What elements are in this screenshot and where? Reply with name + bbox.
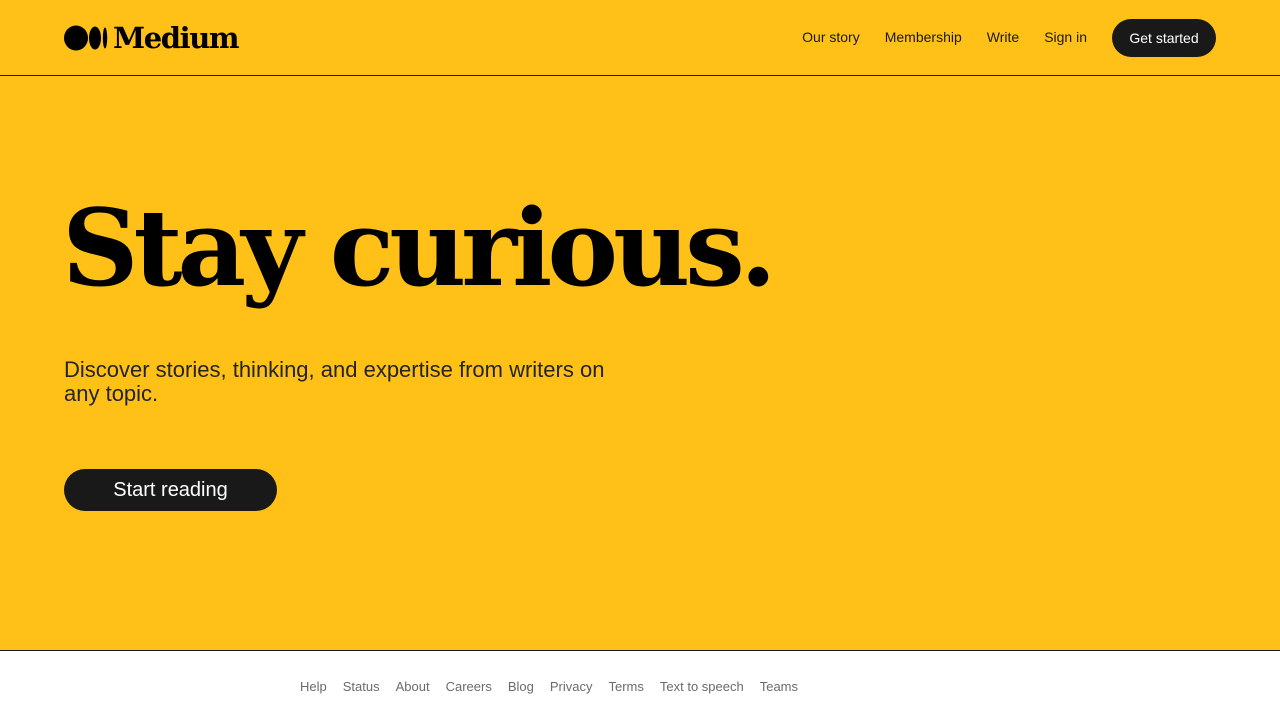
- logo-wordmark: Medium: [113, 20, 240, 55]
- footer-link-careers[interactable]: Careers: [446, 679, 492, 695]
- footer-link-status[interactable]: Status: [343, 679, 380, 695]
- footer-link-terms[interactable]: Terms: [609, 679, 644, 695]
- get-started-button[interactable]: Get started: [1112, 18, 1216, 57]
- hero-subheadline: Discover stories, thinking, and expertis…: [64, 357, 605, 406]
- footer-link-help[interactable]: Help: [300, 679, 327, 695]
- footer-link-teams[interactable]: Teams: [760, 679, 798, 695]
- nav-our-story-link[interactable]: Our story: [802, 18, 860, 57]
- hero-section: Medium Our story Membership Write Sign i…: [0, 0, 1280, 651]
- footer-link-privacy[interactable]: Privacy: [550, 679, 593, 695]
- start-reading-button[interactable]: Start reading: [64, 469, 277, 511]
- main-nav: Our story Membership Write Sign in Get s…: [802, 18, 1216, 57]
- footer-link-text-to-speech[interactable]: Text to speech: [660, 679, 744, 695]
- hero-headline: Stay curious.: [62, 185, 777, 310]
- footer: Help Status About Careers Blog Privacy T…: [0, 652, 1280, 720]
- medium-logo[interactable]: Medium: [64, 20, 240, 55]
- footer-link-blog[interactable]: Blog: [508, 679, 534, 695]
- footer-links: Help Status About Careers Blog Privacy T…: [300, 679, 814, 695]
- footer-link-about[interactable]: About: [396, 679, 430, 695]
- medium-logo-icon: [64, 25, 108, 51]
- nav-sign-in-link[interactable]: Sign in: [1044, 18, 1087, 57]
- nav-membership-link[interactable]: Membership: [885, 18, 962, 57]
- nav-write-link[interactable]: Write: [987, 18, 1019, 57]
- top-navigation-bar: Medium Our story Membership Write Sign i…: [0, 0, 1280, 76]
